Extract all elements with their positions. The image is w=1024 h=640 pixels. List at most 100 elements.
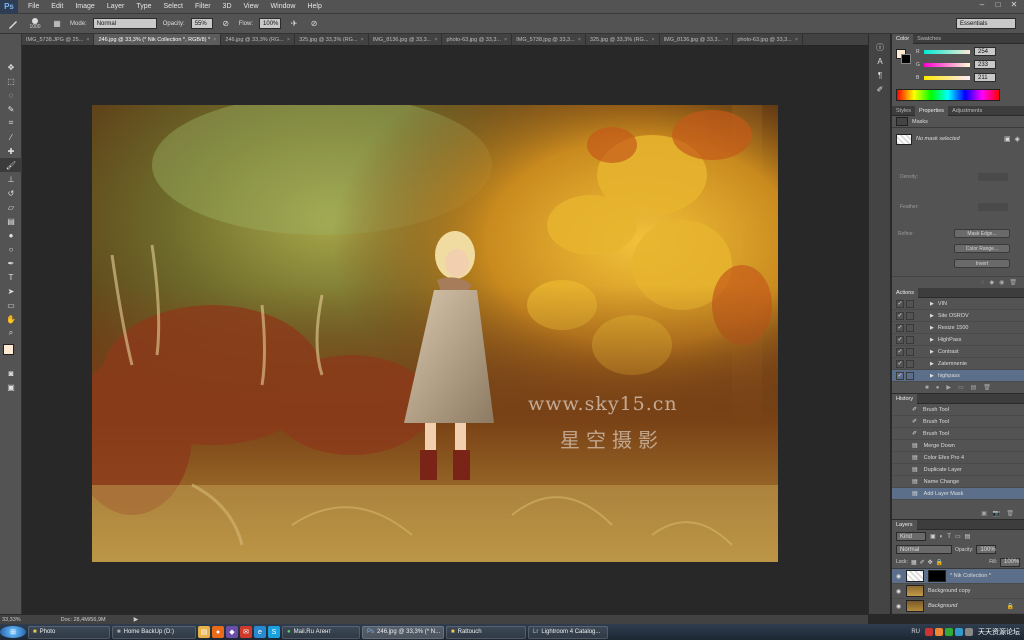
history-state[interactable]: ▤ Color Efex Pro 4: [892, 452, 1024, 464]
load-selection-icon[interactable]: ◌: [981, 280, 985, 286]
action-item[interactable]: ✓ ▶ HighPass: [892, 334, 1024, 346]
filter-smart-icon[interactable]: ▤: [965, 533, 971, 540]
layer-visibility-eye-icon[interactable]: ◉: [896, 573, 906, 580]
density-field[interactable]: [978, 173, 1008, 181]
action-item[interactable]: ✓ ▶ highpass: [892, 370, 1024, 382]
color-ramp[interactable]: [896, 89, 1000, 101]
history-source-toggle[interactable]: [896, 478, 904, 486]
expand-arrow-icon[interactable]: ▶: [930, 361, 934, 367]
marquee-tool-icon[interactable]: ⬚: [0, 74, 22, 88]
stamp-tool-icon[interactable]: ⊥: [0, 172, 22, 186]
filter-type-icon[interactable]: T: [947, 534, 951, 540]
expand-arrow-icon[interactable]: ▶: [930, 301, 934, 307]
layer-visibility-eye-icon[interactable]: ◉: [896, 603, 906, 610]
document-tab[interactable]: IMG_5738.jpg @ 33,3... ×: [512, 34, 586, 45]
snapshot-icon[interactable]: 📷: [993, 510, 1000, 517]
quick-mask-icon[interactable]: ◙: [0, 366, 22, 380]
menu-help[interactable]: Help: [301, 3, 327, 10]
document-tab[interactable]: IMG_8136.jpg @ 33,3... ×: [369, 34, 443, 45]
menu-file[interactable]: File: [22, 3, 45, 10]
menu-layer[interactable]: Layer: [101, 3, 131, 10]
expand-arrow-icon[interactable]: ▶: [930, 349, 934, 355]
invert-button[interactable]: Invert: [954, 259, 1010, 268]
layer-kind-select[interactable]: Kind: [896, 532, 926, 541]
minimize-button[interactable]: –: [974, 0, 990, 14]
history-source-toggle[interactable]: [896, 454, 904, 462]
add-pixel-mask-icon[interactable]: ▣: [1004, 135, 1011, 143]
history-source-toggle[interactable]: [896, 466, 904, 474]
document-tab[interactable]: IMG_8136.jpg @ 33,3... ×: [660, 34, 734, 45]
new-set-icon[interactable]: ▭: [958, 384, 964, 391]
action-item[interactable]: ✓ ▶ Resize 1500: [892, 322, 1024, 334]
menu-view[interactable]: View: [238, 3, 265, 10]
lasso-tool-icon[interactable]: ◌: [0, 88, 22, 102]
history-state[interactable]: ▤ Merge Down: [892, 440, 1024, 452]
delete-action-icon[interactable]: 🗑: [983, 384, 991, 391]
crop-tool-icon[interactable]: ⌗: [0, 116, 22, 130]
history-source-toggle[interactable]: [896, 442, 904, 450]
taskbar-ie-icon[interactable]: e: [254, 626, 266, 638]
taskbar-photo[interactable]: ■ Photo: [28, 625, 110, 639]
document-tab[interactable]: 325.jpg @ 33,3% (RG... ×: [586, 34, 660, 45]
lock-transparent-icon[interactable]: ▦: [911, 559, 917, 566]
taskbar-app-icon[interactable]: ◆: [226, 626, 238, 638]
tray-icon-3[interactable]: [945, 628, 953, 636]
expand-arrow-icon[interactable]: ▶: [930, 373, 934, 379]
tab-actions[interactable]: Actions: [892, 287, 919, 298]
action-toggle-check[interactable]: ✓: [896, 299, 904, 308]
language-indicator[interactable]: RU: [911, 629, 920, 635]
apply-mask-icon[interactable]: ◆: [990, 279, 995, 286]
eyedropper-tool-icon[interactable]: ⁄: [0, 130, 22, 144]
action-toggle-check[interactable]: ✓: [896, 311, 904, 320]
character-panel-icon[interactable]: A: [869, 54, 891, 68]
blur-tool-icon[interactable]: ●: [0, 228, 22, 242]
tab-close-icon[interactable]: ×: [361, 37, 364, 43]
opacity-field[interactable]: 55%: [190, 18, 213, 29]
tab-close-icon[interactable]: ×: [651, 37, 654, 43]
b-field[interactable]: 211: [974, 73, 996, 82]
eraser-tool-icon[interactable]: ▱: [0, 200, 22, 214]
taskbar-mail-icon[interactable]: ✉: [240, 626, 252, 638]
menu-edit[interactable]: Edit: [45, 3, 69, 10]
action-dialog-toggle[interactable]: [906, 335, 914, 344]
menu-filter[interactable]: Filter: [189, 3, 217, 10]
color-bg-swatch[interactable]: [901, 54, 911, 64]
taskbar-explorer-icon[interactable]: ▤: [198, 626, 210, 638]
history-state[interactable]: ✐ Brush Tool: [892, 416, 1024, 428]
blend-mode-select[interactable]: Normal: [896, 545, 952, 554]
taskbar-skype-icon[interactable]: S: [268, 626, 280, 638]
b-slider[interactable]: [924, 76, 970, 80]
paragraph-panel-icon[interactable]: ¶: [869, 68, 891, 82]
tray-icon-1[interactable]: [925, 628, 933, 636]
layer-visibility-eye-icon[interactable]: ◉: [896, 588, 906, 595]
type-tool-icon[interactable]: T: [0, 270, 22, 284]
action-dialog-toggle[interactable]: [906, 347, 914, 356]
healing-tool-icon[interactable]: ✚: [0, 144, 22, 158]
g-field[interactable]: 233: [974, 60, 996, 69]
action-toggle-check[interactable]: ✓: [896, 347, 904, 356]
history-state[interactable]: ✐ Brush Tool: [892, 404, 1024, 416]
color-swatches[interactable]: [0, 344, 21, 366]
action-dialog-toggle[interactable]: [906, 311, 914, 320]
tab-properties[interactable]: Properties: [914, 105, 949, 116]
history-source-toggle[interactable]: [896, 490, 904, 498]
close-button[interactable]: ✕: [1006, 0, 1022, 14]
history-state[interactable]: ▤ Name Change: [892, 476, 1024, 488]
layer-row[interactable]: ◉ * Nik Collection *: [892, 569, 1024, 584]
foreground-color[interactable]: [3, 344, 14, 355]
action-dialog-toggle[interactable]: [906, 299, 914, 308]
history-source-toggle[interactable]: [896, 418, 904, 426]
history-source-toggle[interactable]: [896, 430, 904, 438]
workspace-select[interactable]: Essentials: [956, 18, 1016, 29]
stop-action-icon[interactable]: ■: [925, 385, 929, 391]
tray-icon-2[interactable]: [935, 628, 943, 636]
document-tab[interactable]: photo-63.jpg @ 33,3... ×: [733, 34, 804, 45]
filter-adjust-icon[interactable]: ◐: [940, 534, 944, 540]
document-tab[interactable]: IMG_5738.JPG @ 25... ×: [22, 34, 95, 45]
menu-window[interactable]: Window: [265, 3, 302, 10]
action-item[interactable]: ✓ ▶ Contrast: [892, 346, 1024, 358]
filter-shape-icon[interactable]: ▭: [955, 533, 961, 540]
tab-close-icon[interactable]: ×: [434, 37, 437, 43]
color-range-button[interactable]: Color Range...: [954, 244, 1010, 253]
brush-preset-icon[interactable]: [6, 17, 20, 31]
